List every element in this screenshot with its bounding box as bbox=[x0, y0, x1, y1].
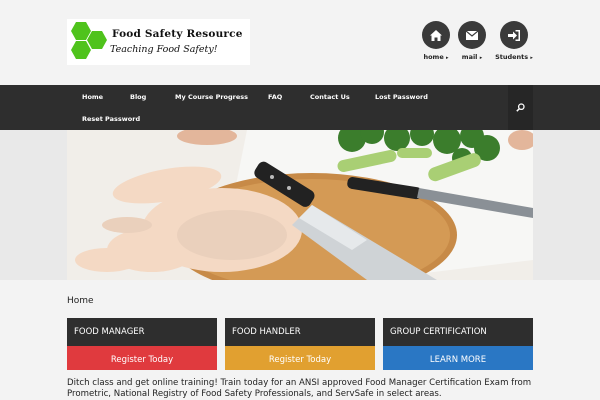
site-tagline: Teaching Food Safety! bbox=[110, 44, 218, 55]
register-today-button[interactable]: Register Today bbox=[67, 351, 217, 370]
mail-icon bbox=[458, 21, 486, 49]
breadcrumb[interactable]: Home bbox=[67, 296, 94, 306]
card-food-handler: FOOD HANDLER Register Today bbox=[225, 318, 375, 370]
hero-image bbox=[67, 130, 533, 280]
nav-item-faq[interactable]: FAQ bbox=[268, 93, 282, 101]
nav-item-home[interactable]: Home bbox=[82, 93, 103, 101]
logo-hex-1 bbox=[71, 22, 91, 40]
main-nav: Home Blog My Course Progress FAQ Contact… bbox=[0, 85, 600, 130]
register-today-button[interactable]: Register Today bbox=[225, 351, 375, 370]
nav-item-course-progress[interactable]: My Course Progress bbox=[175, 93, 248, 101]
nav-item-contact-us[interactable]: Contact Us bbox=[310, 93, 350, 101]
learn-more-button[interactable]: LEARN MORE bbox=[383, 351, 533, 370]
card-group-certification: GROUP CERTIFICATION LEARN MORE bbox=[383, 318, 533, 370]
header-students-label: Students ▸ bbox=[495, 53, 533, 61]
intro-text: Ditch class and get online training! Tra… bbox=[67, 378, 532, 399]
card-title: FOOD MANAGER bbox=[67, 318, 217, 346]
logo-hex-3 bbox=[71, 41, 91, 59]
nav-item-lost-password[interactable]: Lost Password bbox=[375, 93, 428, 101]
search-icon bbox=[516, 103, 525, 112]
search-button[interactable] bbox=[508, 85, 533, 130]
logo-hex-2 bbox=[87, 31, 107, 49]
card-food-manager: FOOD MANAGER Register Today bbox=[67, 318, 217, 370]
card-title: GROUP CERTIFICATION bbox=[383, 318, 533, 346]
nav-item-reset-password[interactable]: Reset Password bbox=[82, 115, 140, 123]
site-logo[interactable]: Food Safety Resource Teaching Food Safet… bbox=[67, 19, 250, 65]
header-students-link[interactable]: Students ▸ bbox=[484, 21, 544, 61]
site-header: Food Safety Resource Teaching Food Safet… bbox=[0, 0, 600, 85]
nav-item-blog[interactable]: Blog bbox=[130, 93, 146, 101]
site-title: Food Safety Resource bbox=[112, 28, 243, 40]
card-title: FOOD HANDLER bbox=[225, 318, 375, 346]
login-icon bbox=[500, 21, 528, 49]
